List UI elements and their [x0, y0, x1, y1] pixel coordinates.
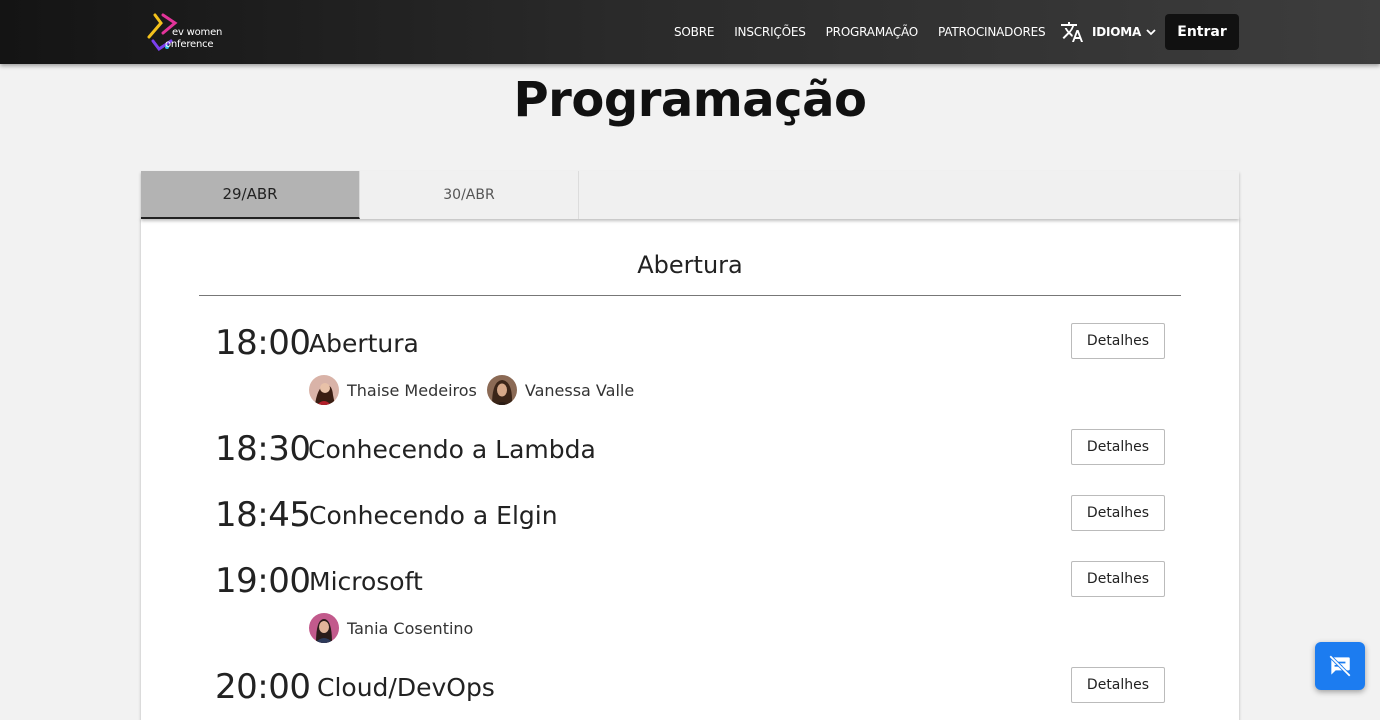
session-time: 19:00 [215, 561, 311, 601]
logo-text-line2: onference [165, 39, 214, 50]
tab-30-abr[interactable]: 30/ABR [360, 171, 579, 219]
details-button[interactable]: Detalhes [1071, 323, 1165, 359]
section-divider [199, 295, 1181, 296]
session-time: 18:00 [215, 323, 311, 363]
nav-sobre[interactable]: SOBRE [674, 25, 714, 39]
details-button[interactable]: Detalhes [1071, 667, 1165, 703]
chat-off-icon [1329, 655, 1351, 677]
avatar [309, 375, 339, 405]
details-button[interactable]: Detalhes [1071, 429, 1165, 465]
avatar [309, 613, 339, 643]
session-title: Microsoft [309, 567, 423, 596]
login-button[interactable]: Entrar [1165, 14, 1239, 50]
session-time: 20:00 [215, 667, 311, 707]
nav-patrocinadores[interactable]: PATROCINADORES [938, 25, 1046, 39]
schedule-card: Abertura 18:00 Abertura Detalhes Thaise … [141, 219, 1239, 720]
session-time: 18:30 [215, 429, 311, 469]
chevron-down-icon [1146, 29, 1156, 36]
session-title: Conhecendo a Elgin [309, 501, 558, 530]
section-title: Abertura [637, 251, 743, 279]
details-button[interactable]: Detalhes [1071, 561, 1165, 597]
speaker-name: Vanessa Valle [524, 380, 635, 400]
logo-text-line1: ev women [172, 27, 223, 38]
speaker-item[interactable]: Thaise Medeiros [309, 375, 477, 405]
main-nav: SOBRE INSCRIÇÕES PROGRAMAÇÃO PATROCINADO… [674, 0, 1065, 64]
session-title: Cloud/DevOps [317, 673, 495, 702]
speaker-item[interactable]: Vanessa Valle [486, 375, 635, 405]
conference-logo[interactable]: ev women onference [145, 11, 229, 53]
chat-button[interactable] [1315, 642, 1365, 690]
speaker-item[interactable]: Tania Cosentino [309, 613, 473, 643]
top-navbar: ev women onference SOBRE INSCRIÇÕES PROG… [0, 0, 1380, 64]
language-label: IDIOMA [1092, 25, 1142, 39]
speaker-name: Thaise Medeiros [347, 380, 477, 400]
details-button[interactable]: Detalhes [1071, 495, 1165, 531]
session-time: 18:45 [215, 495, 311, 535]
session-title: Abertura [309, 329, 419, 358]
speaker-list: Thaise Medeiros Vanessa Valle [309, 375, 644, 405]
speaker-list: Tania Cosentino [309, 613, 483, 643]
day-tabs: 29/ABR 30/ABR [141, 171, 1239, 219]
page-title: Programação [513, 72, 867, 128]
speaker-name: Tania Cosentino [347, 618, 474, 638]
nav-programacao[interactable]: PROGRAMAÇÃO [826, 25, 919, 39]
avatar [486, 375, 517, 405]
language-selector[interactable]: IDIOMA [1060, 20, 1157, 44]
translate-icon [1061, 22, 1083, 42]
nav-inscricoes[interactable]: INSCRIÇÕES [734, 25, 806, 39]
tab-29-abr[interactable]: 29/ABR [141, 171, 360, 219]
session-title: Conhecendo a Lambda [308, 435, 596, 464]
